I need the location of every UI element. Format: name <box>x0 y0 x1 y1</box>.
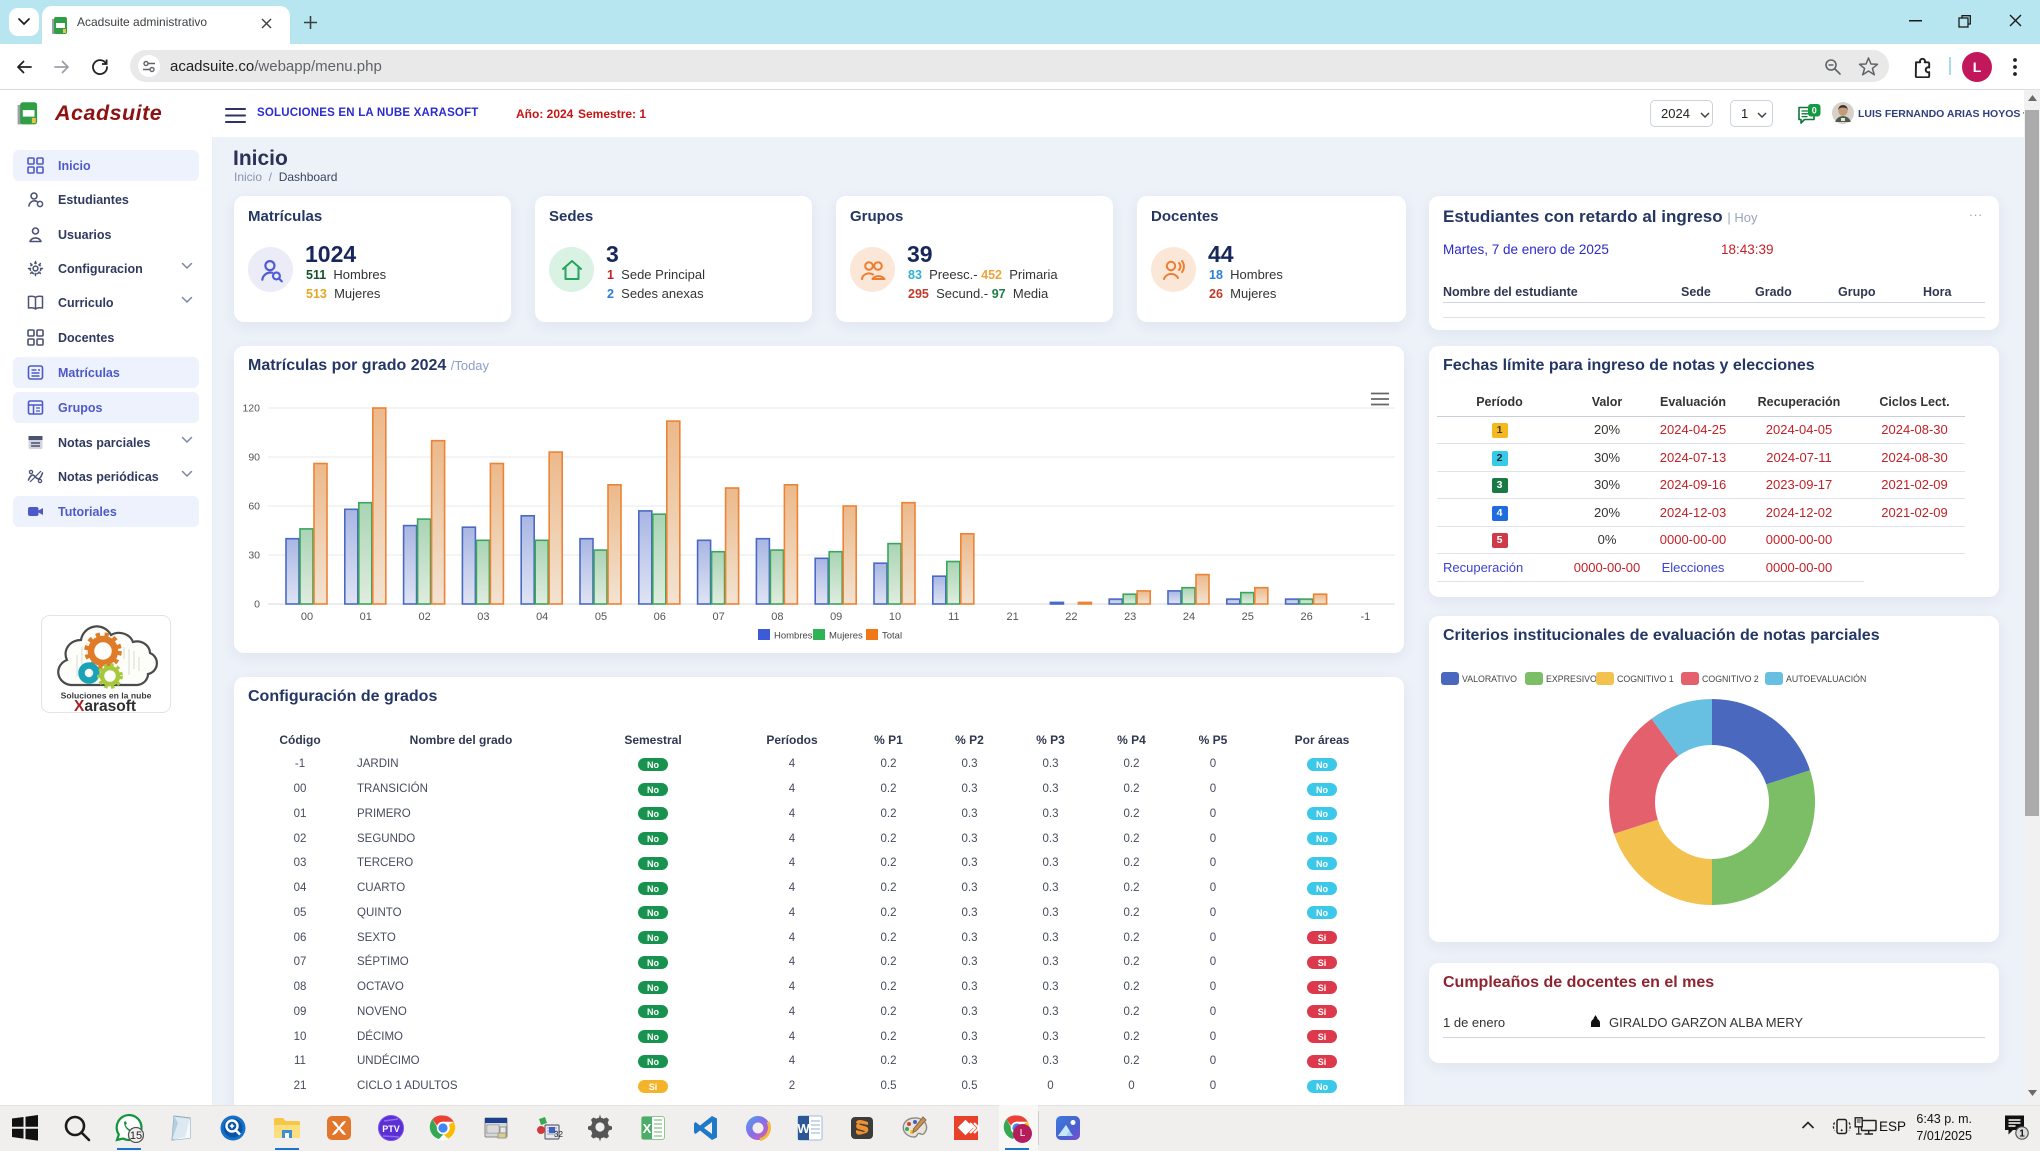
svg-text:01: 01 <box>360 611 372 623</box>
svg-text:W: W <box>797 1121 810 1136</box>
svg-text:02: 02 <box>418 611 430 623</box>
svg-text:11: 11 <box>948 611 959 623</box>
svg-text:07: 07 <box>712 611 724 623</box>
svg-text:X: X <box>643 1121 652 1136</box>
svg-text:21: 21 <box>1006 611 1018 623</box>
svg-text:120: 120 <box>242 403 260 415</box>
svg-text:Total: Total <box>882 631 902 642</box>
svg-text:0: 0 <box>1812 105 1817 115</box>
svg-text:03: 03 <box>477 611 489 623</box>
svg-text:30: 30 <box>248 550 260 562</box>
svg-text:1: 1 <box>2019 1129 2025 1140</box>
svg-text:0: 0 <box>254 599 260 611</box>
svg-text:Mujeres: Mujeres <box>829 631 863 642</box>
svg-text:15: 15 <box>130 1130 142 1142</box>
svg-text:08: 08 <box>771 611 783 623</box>
svg-text:90: 90 <box>248 452 260 464</box>
svg-text:04: 04 <box>536 611 548 623</box>
svg-text:60: 60 <box>248 501 260 513</box>
svg-text:23: 23 <box>1124 611 1136 623</box>
svg-text:22: 22 <box>1065 611 1077 623</box>
svg-text:09: 09 <box>830 611 842 623</box>
svg-text:PTV: PTV <box>382 1124 400 1134</box>
svg-text:10: 10 <box>889 611 901 623</box>
svg-text:00: 00 <box>301 611 313 623</box>
svg-text:-1: -1 <box>1361 611 1371 623</box>
svg-text:26: 26 <box>1300 611 1312 623</box>
svg-text:Xarasoft: Xarasoft <box>74 698 136 713</box>
svg-text:24: 24 <box>1183 611 1195 623</box>
svg-text:Hombres: Hombres <box>774 631 813 642</box>
svg-text:05: 05 <box>595 611 607 623</box>
svg-text:25: 25 <box>1242 611 1254 623</box>
svg-text:32: 32 <box>554 1130 563 1139</box>
svg-text:06: 06 <box>654 611 666 623</box>
